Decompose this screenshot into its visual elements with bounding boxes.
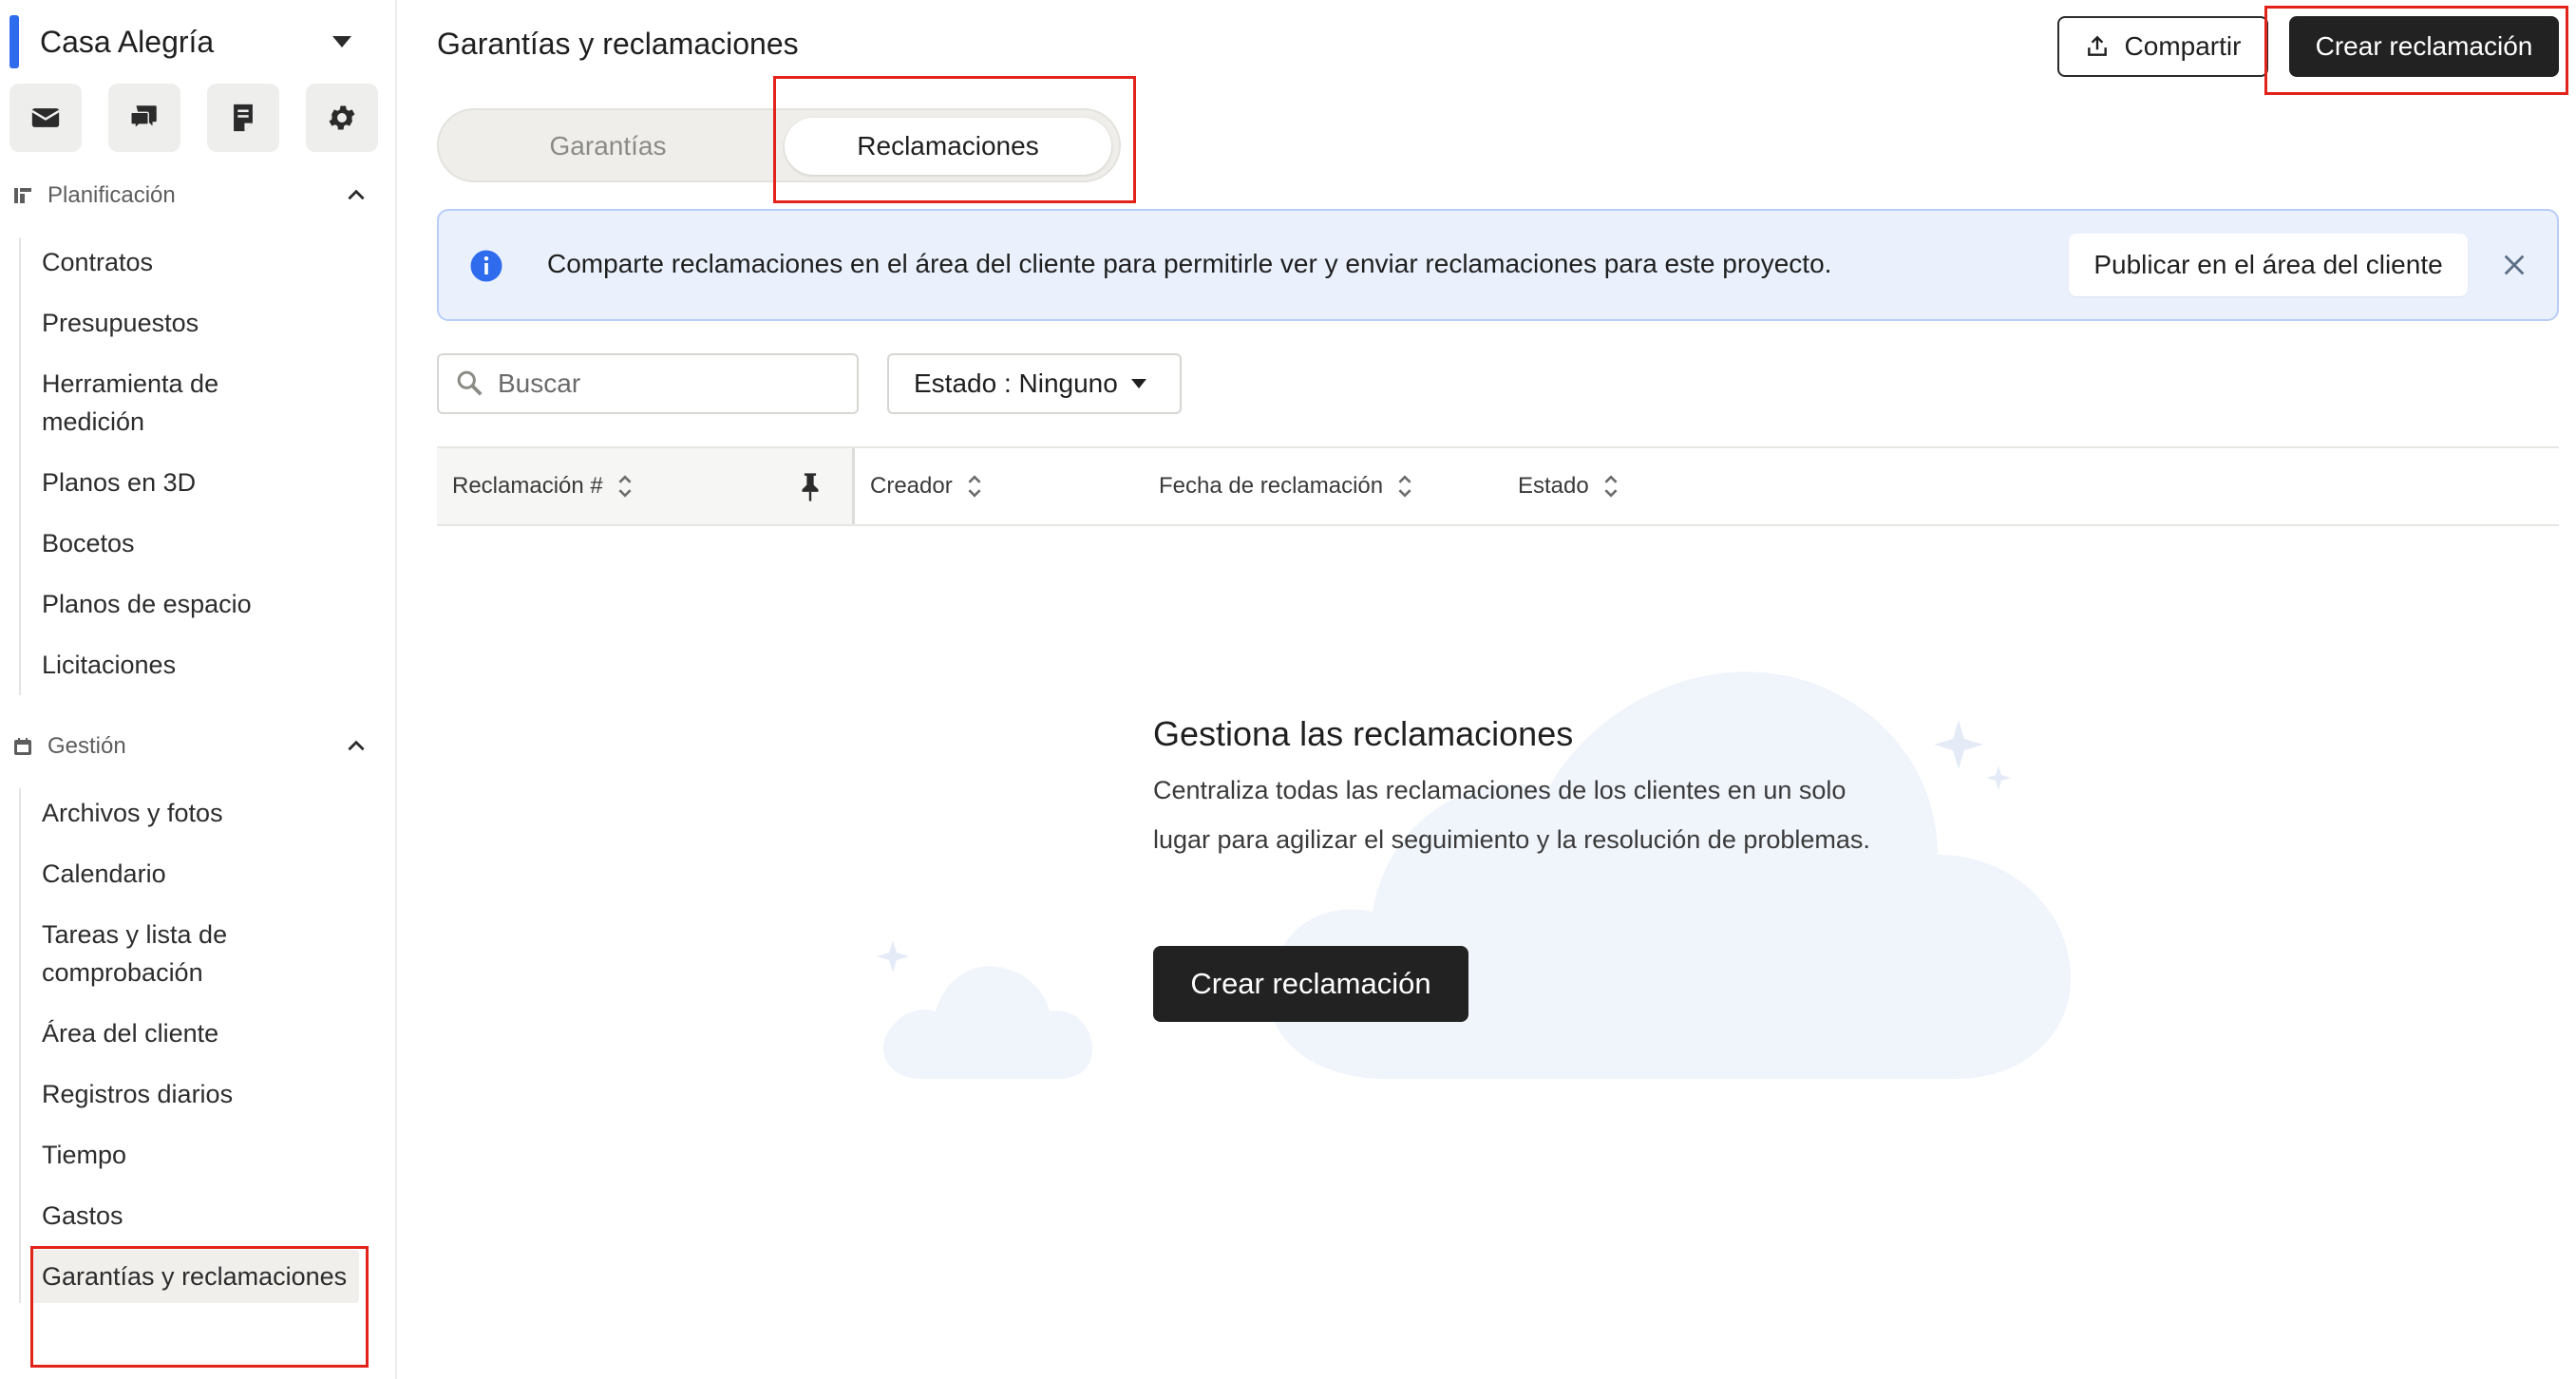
mail-icon: [31, 108, 60, 127]
chevron-up-icon[interactable]: [344, 734, 369, 759]
sidebar-item-bocetos[interactable]: Bocetos: [21, 524, 370, 562]
share-button-label: Compartir: [2124, 31, 2242, 61]
empty-state-title: Gestiona las reclamaciones: [1153, 714, 1574, 753]
caret-down-icon: [1130, 379, 1146, 388]
section-management-header[interactable]: Gestión: [13, 724, 369, 769]
gear-icon: [329, 105, 355, 130]
tab-garantias[interactable]: Garantías: [446, 118, 769, 175]
sort-icon: [1398, 475, 1411, 498]
status-filter-dropdown[interactable]: Estado : Ninguno: [887, 353, 1182, 414]
tab-reclamaciones[interactable]: Reclamaciones: [785, 118, 1111, 175]
chat-button[interactable]: [108, 84, 180, 152]
empty-state-description: Centraliza todas las reclamaciones de lo…: [1153, 776, 1870, 854]
project-color-bar: [9, 15, 19, 68]
calendar-icon: [14, 738, 31, 755]
planning-icon: [14, 188, 31, 203]
sidebar: Casa Alegría Planificación Contratos Pre…: [0, 0, 397, 1379]
sidebar-item-garantias-reclamaciones[interactable]: Garantías y reclamaciones: [30, 1250, 359, 1303]
close-icon: [2504, 255, 2525, 275]
page-title: Garantías y reclamaciones: [437, 27, 799, 61]
cloud-illustration: [877, 671, 2071, 1079]
sidebar-item-planos-3d[interactable]: Planos en 3D: [21, 463, 370, 501]
sidebar-item-presupuestos[interactable]: Presupuestos: [21, 304, 370, 342]
column-header-claim-date[interactable]: Fecha de reclamación: [1159, 448, 1413, 524]
sort-icon: [968, 475, 981, 498]
sidebar-item-gastos[interactable]: Gastos: [21, 1197, 370, 1235]
status-filter-label: Estado : Ninguno: [914, 368, 1118, 398]
settings-button[interactable]: [306, 84, 378, 152]
chevron-up-icon[interactable]: [344, 183, 369, 208]
project-name: Casa Alegría: [40, 24, 215, 59]
column-label: Estado: [1518, 473, 1589, 499]
close-banner-button[interactable]: [2496, 247, 2532, 283]
sidebar-item-tiempo[interactable]: Tiempo: [21, 1136, 370, 1174]
search-icon: [457, 370, 483, 396]
sidebar-item-tareas[interactable]: Tareas y lista de comprobación: [21, 916, 249, 992]
sidebar-item-registros-diarios[interactable]: Registros diarios: [21, 1075, 370, 1113]
mail-button[interactable]: [9, 84, 82, 152]
create-claim-button[interactable]: Crear reclamación: [2289, 16, 2559, 77]
publish-client-area-button[interactable]: Publicar en el área del cliente: [2069, 234, 2468, 296]
section-planning-header[interactable]: Planificación: [13, 173, 369, 218]
notes-button[interactable]: [207, 84, 279, 152]
quick-actions: [9, 84, 378, 152]
sidebar-item-contratos[interactable]: Contratos: [21, 243, 370, 281]
sidebar-item-licitaciones[interactable]: Licitaciones: [21, 646, 370, 684]
tab-switcher: Garantías Reclamaciones: [437, 108, 1121, 182]
column-header-status[interactable]: Estado: [1518, 448, 1619, 524]
sidebar-item-calendario[interactable]: Calendario: [21, 855, 370, 893]
sort-icon: [1604, 475, 1618, 498]
column-header-creator[interactable]: Creador: [870, 448, 983, 524]
info-icon: [470, 250, 502, 282]
column-header-claim-number[interactable]: Reclamación #: [452, 448, 634, 524]
sidebar-item-planos-espacio[interactable]: Planos de espacio: [21, 585, 370, 623]
sidebar-item-archivos-fotos[interactable]: Archivos y fotos: [21, 794, 370, 832]
client-area-banner: Comparte reclamaciones en el área del cl…: [437, 209, 2559, 321]
search-box: [437, 353, 859, 414]
column-label: Fecha de reclamación: [1159, 473, 1384, 499]
share-button[interactable]: Compartir: [2057, 16, 2268, 77]
column-label: Creador: [870, 473, 953, 499]
notes-icon: [234, 104, 253, 132]
pin-icon[interactable]: [796, 471, 824, 503]
section-management-label: Gestión: [47, 733, 126, 759]
section-planning-label: Planificación: [47, 182, 176, 208]
chat-icon: [130, 105, 157, 131]
nav-list-planning: Contratos Presupuestos Herramienta de me…: [19, 237, 370, 695]
sidebar-item-area-cliente[interactable]: Área del cliente: [21, 1014, 370, 1052]
empty-state-create-claim-button[interactable]: Crear reclamación: [1153, 946, 1468, 1022]
search-input[interactable]: [498, 368, 840, 399]
share-icon: [2087, 35, 2107, 56]
nav-list-management: Archivos y fotos Calendario Tareas y lis…: [19, 788, 370, 1303]
sidebar-item-herramienta-medicion[interactable]: Herramienta de medición: [21, 365, 268, 441]
banner-text: Comparte reclamaciones en el área del cl…: [547, 249, 1832, 278]
column-label: Reclamación #: [452, 473, 603, 499]
claims-table-header: Reclamación # Creador Fecha de reclamaci…: [437, 446, 2559, 526]
project-switcher[interactable]: Casa Alegría: [9, 15, 361, 68]
chevron-down-icon[interactable]: [332, 36, 351, 47]
sort-icon: [618, 475, 632, 498]
